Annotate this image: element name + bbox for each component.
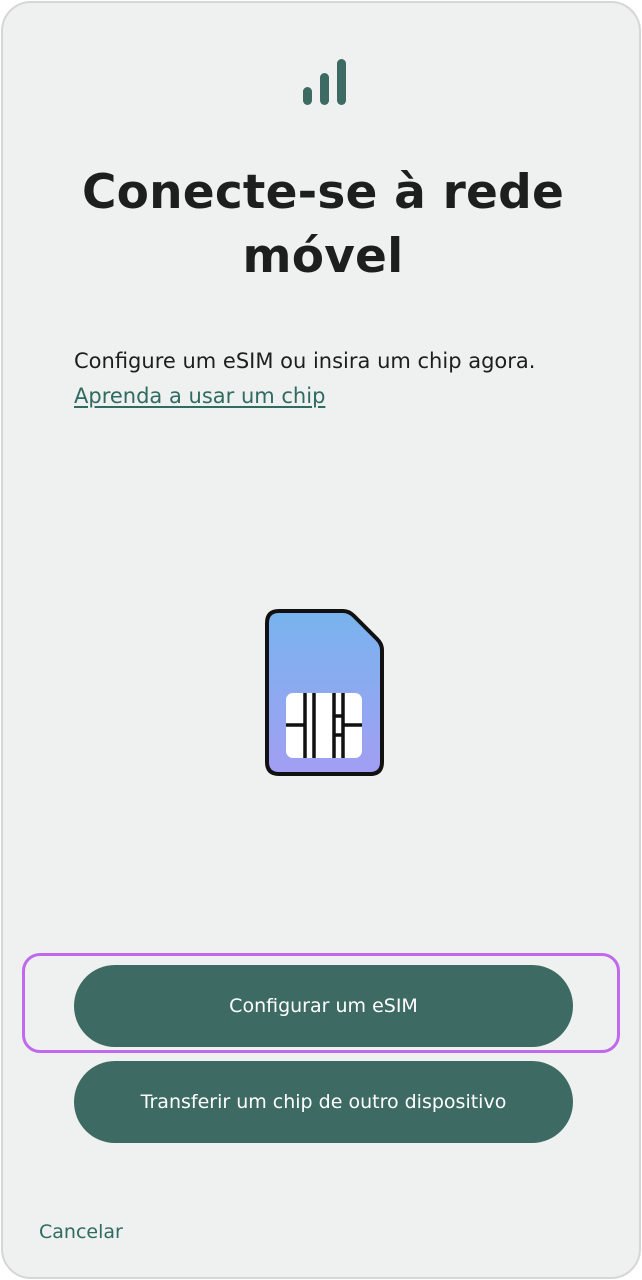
signal-bars-icon: [303, 59, 346, 105]
learn-sim-link[interactable]: Aprenda a usar um chip: [74, 379, 325, 413]
page-title: Conecte-se à rede móvel: [81, 165, 565, 284]
sim-card-icon: [265, 609, 384, 776]
transfer-chip-button[interactable]: Transferir um chip de outro dispositivo: [74, 1061, 573, 1143]
setup-screen: Conecte-se à rede móvel Configure um eSI…: [1, 1, 641, 1279]
page-description: Configure um eSIM ou insira um chip agor…: [74, 349, 536, 373]
cancel-button[interactable]: Cancelar: [39, 1219, 123, 1245]
setup-esim-button[interactable]: Configurar um eSIM: [74, 965, 573, 1047]
